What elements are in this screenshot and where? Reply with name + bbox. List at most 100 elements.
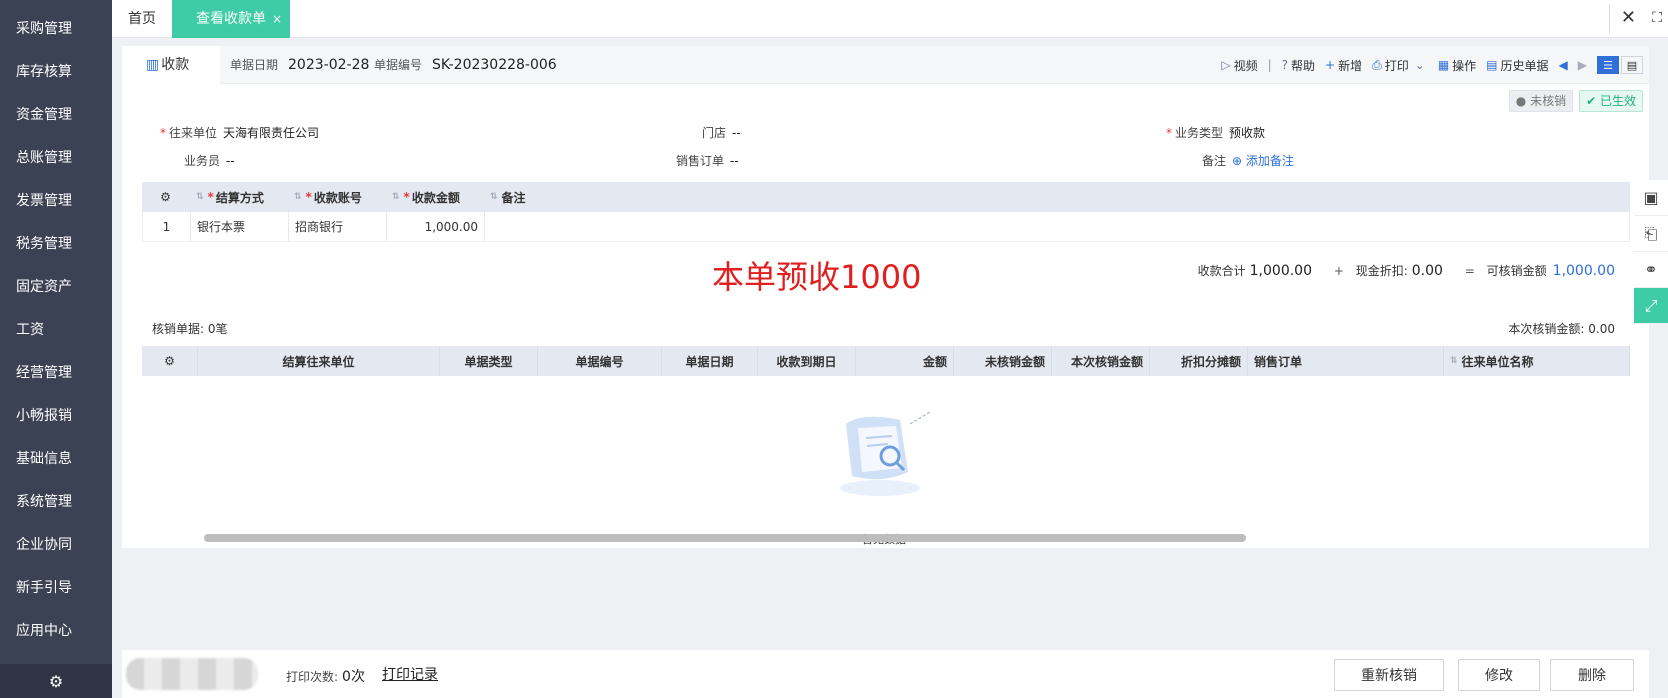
expand-icon[interactable]: ⤢ — [1634, 288, 1668, 324]
link-icon[interactable]: ⚭ — [1634, 252, 1668, 288]
col-doc-date[interactable]: 单据日期 — [662, 346, 758, 376]
divider — [1609, 4, 1610, 34]
fullscreen-icon[interactable]: ⛶ — [1652, 0, 1662, 38]
col-due-date[interactable]: 收款到期日 — [758, 346, 856, 376]
verify-amount: 本次核销金额: 0.00 — [1508, 322, 1615, 336]
help-icon: ? — [1281, 58, 1289, 72]
sidebar: 采购管理 库存核算 资金管理 总账管理 发票管理 税务管理 固定资产 工资 经营… — [0, 0, 112, 698]
cell-remark — [485, 212, 1629, 241]
col-doc-no[interactable]: 单据编号 — [538, 346, 662, 376]
document-info-icon[interactable]: ▣ — [1634, 180, 1668, 216]
prev-icon[interactable]: ◀ — [1559, 58, 1568, 72]
sidebar-item-collab[interactable]: 企业协同 — [0, 524, 112, 567]
add-remark-button[interactable]: ⊕ 添加备注 — [1232, 154, 1294, 168]
column-settings-icon[interactable]: ⚙ — [142, 182, 190, 212]
grid-icon: ▦ — [1437, 58, 1450, 72]
delete-button[interactable]: 删除 — [1550, 659, 1634, 691]
printer-icon: ⎙ — [1372, 57, 1382, 72]
status-row: ● 未核销 ✔ 已生效 — [1508, 90, 1643, 112]
empty-data-illustration — [840, 411, 931, 496]
plus-icon: + — [1325, 58, 1336, 72]
doc-number: 单据编号 SK-20230228-006 — [374, 57, 557, 73]
re-verify-button[interactable]: 重新核销 — [1334, 659, 1444, 691]
col-method[interactable]: ⇅ * 结算方式 — [190, 182, 288, 212]
toolbar: ▷ 视频 | ? 帮助 + 新增 ⎙ 打印 ⌄ ▦ 操作 ▤ 历史单据 ◀ ▶ ☰ ▤ — [1221, 46, 1643, 84]
tab-view-receipt[interactable]: 查看收款单 × — [172, 0, 290, 38]
table-header: ⚙ ⇅ * 结算方式 ⇅ * 收款账号 ⇅ * 收款金额 ⇅ 备注 — [142, 182, 1630, 212]
col-account[interactable]: ⇅ * 收款账号 — [288, 182, 386, 212]
col-remark[interactable]: ⇅ 备注 — [484, 182, 1630, 212]
col-doc-type[interactable]: 单据类型 — [440, 346, 538, 376]
annotation-note: 本单预收1000 — [712, 258, 922, 296]
doc-header: ▥ 收款 单据日期 2023-02-28 单据编号 SK-20230228-006 ▷… — [122, 46, 1649, 84]
sales-order-field: 销售订单 -- — [676, 154, 739, 168]
tab-receipt[interactable]: ▥ 收款 — [122, 46, 220, 84]
sidebar-item-funds[interactable]: 资金管理 — [0, 94, 112, 137]
sidebar-item-tax[interactable]: 税务管理 — [0, 223, 112, 266]
horizontal-scrollbar[interactable] — [204, 534, 1246, 542]
sidebar-item-guide[interactable]: 新手引导 — [0, 567, 112, 610]
doc-type-label: 收款 — [161, 57, 190, 73]
doc-date: 单据日期 2023-02-28 — [230, 57, 370, 73]
document-icon: ▤ — [1486, 58, 1498, 72]
print-button[interactable]: ⎙ 打印 ⌄ — [1372, 57, 1428, 74]
partner-field: * 往来单位 天海有限责任公司 — [160, 126, 320, 140]
verification-table-header: ⚙ 结算往来单位 单据类型 单据编号 单据日期 收款到期日 金额 未核销金额 本… — [142, 346, 1630, 376]
footer-bar: 打印次数: 0次 打印记录 重新核销 修改 删除 — [122, 650, 1649, 698]
video-button[interactable]: ▷ 视频 — [1221, 57, 1257, 74]
sidebar-item-ledger[interactable]: 总账管理 — [0, 137, 112, 180]
col-discount[interactable]: 折扣分摊额 — [1150, 346, 1248, 376]
sidebar-item-assets[interactable]: 固定资产 — [0, 266, 112, 309]
gear-icon[interactable]: ⚙ — [0, 664, 112, 698]
chevron-down-icon: ⌄ — [1414, 58, 1425, 72]
col-this-verify[interactable]: 本次核销金额 — [1052, 346, 1150, 376]
totals-row: 收款合计 1,000.00 + 现金折扣: 0.00 = 可核销金额 1,000.00 — [1197, 263, 1615, 279]
sidebar-item-inventory[interactable]: 库存核算 — [0, 51, 112, 94]
sidebar-item-expense[interactable]: 小畅报销 — [0, 395, 112, 438]
close-icon[interactable]: × — [272, 12, 282, 26]
col-amount[interactable]: 金额 — [856, 346, 954, 376]
close-icon[interactable]: ✕ — [1621, 0, 1636, 38]
sidebar-item-salary[interactable]: 工资 — [0, 309, 112, 352]
history-button[interactable]: ▤ 历史单据 — [1486, 57, 1548, 74]
status-badge-unverified: ● 未核销 — [1508, 90, 1574, 112]
sidebar-item-basic-info[interactable]: 基础信息 — [0, 438, 112, 481]
sidebar-item-system[interactable]: 系统管理 — [0, 481, 112, 524]
salesperson-field: 业务员 -- — [184, 154, 235, 168]
col-sales-order[interactable]: 销售订单 — [1248, 346, 1444, 376]
col-amount[interactable]: ⇅ * 收款金额 — [386, 182, 484, 212]
list-view-icon[interactable]: ☰ — [1597, 56, 1619, 74]
operations-button[interactable]: ▦ 操作 — [1438, 57, 1476, 74]
tab-home[interactable]: 首页 — [128, 0, 156, 38]
inbox-icon[interactable]: ⎗ — [1634, 216, 1668, 252]
sidebar-item-apps[interactable]: 应用中心 — [0, 610, 112, 653]
cell-amount: 1,000.00 — [387, 212, 485, 241]
print-count: 打印次数: 0次 — [286, 669, 365, 685]
sidebar-item-purchase[interactable]: 采购管理 — [0, 8, 112, 51]
right-rail: ▣ ⎗ ⚭ ⤢ — [1634, 180, 1668, 324]
sidebar-item-business[interactable]: 经营管理 — [0, 352, 112, 395]
column-settings-icon[interactable]: ⚙ — [142, 346, 198, 376]
print-log-link[interactable]: 打印记录 — [382, 664, 438, 684]
detail-view-icon[interactable]: ▤ — [1621, 56, 1643, 74]
cell-account: 招商银行 — [289, 212, 387, 241]
table-row[interactable]: 1 银行本票 招商银行 1,000.00 — [142, 212, 1630, 242]
tab-bar: 首页 查看收款单 × ✕ ⛶ — [112, 0, 1668, 38]
edit-button[interactable]: 修改 — [1458, 659, 1540, 691]
remark-field: 备注 ⊕ 添加备注 — [1202, 154, 1294, 168]
verify-count: 核销单据: 0笔 — [152, 322, 228, 336]
sidebar-item-invoice[interactable]: 发票管理 — [0, 180, 112, 223]
col-partner-name[interactable]: ⇅ 往来单位名称 — [1444, 346, 1630, 376]
play-icon: ▷ — [1221, 58, 1231, 72]
cell-method: 银行本票 — [191, 212, 289, 241]
status-badge-valid: ✔ 已生效 — [1579, 90, 1643, 112]
col-partner[interactable]: 结算往来单位 — [198, 346, 440, 376]
help-button[interactable]: ? 帮助 — [1282, 57, 1315, 74]
settlement-table: ⚙ ⇅ * 结算方式 ⇅ * 收款账号 ⇅ * 收款金额 ⇅ 备注 1 银行本票 招商银行 1… — [142, 182, 1630, 242]
tab-label: 查看收款单 — [196, 11, 266, 27]
new-button[interactable]: + 新增 — [1325, 57, 1362, 74]
avatar — [126, 658, 258, 690]
col-unverified[interactable]: 未核销金额 — [954, 346, 1052, 376]
next-icon[interactable]: ▶ — [1578, 58, 1587, 72]
store-field: 门店 -- — [702, 126, 741, 140]
